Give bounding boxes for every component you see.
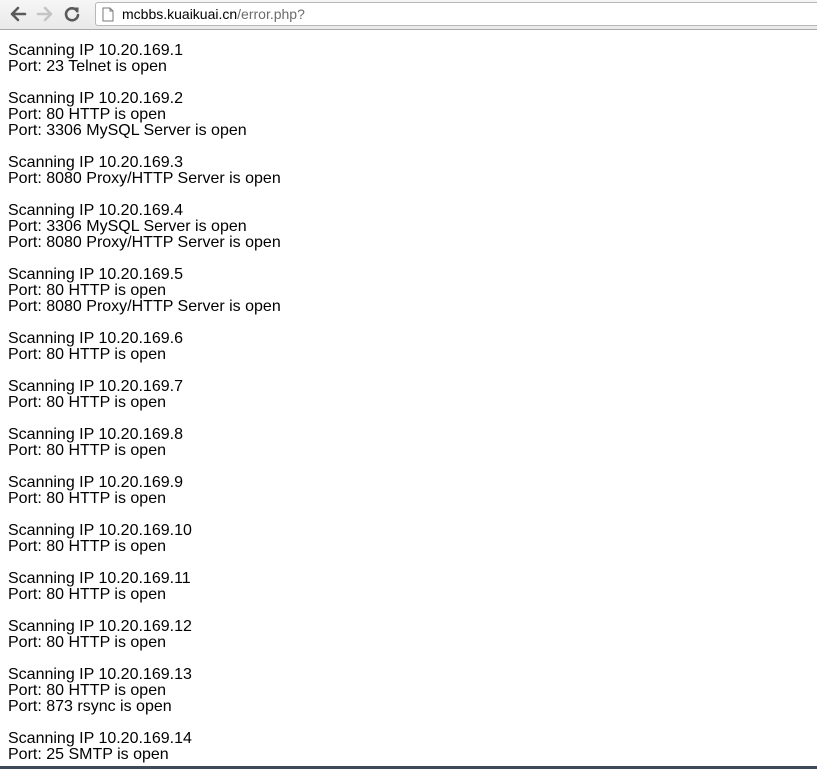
open-port-line: Port: 23 Telnet is open	[8, 58, 167, 75]
open-port-line: Port: 8080 Proxy/HTTP Server is open	[8, 234, 281, 251]
reload-icon	[64, 6, 80, 22]
open-port-line: Port: 80 HTTP is open	[8, 442, 166, 459]
scan-result-block: Scanning IP 10.20.169.9 Port: 80 HTTP is …	[8, 475, 808, 507]
open-port-line: Port: 8080 Proxy/HTTP Server is open	[8, 298, 281, 315]
open-port-line: Port: 873 rsync is open	[8, 698, 172, 715]
forward-arrow-icon	[36, 6, 53, 22]
address-bar[interactable]: mcbbs.kuaikuai.cn/error.php?	[95, 2, 817, 26]
scan-result-block: Scanning IP 10.20.169.7 Port: 80 HTTP is …	[8, 379, 808, 411]
open-port-line: Port: 80 HTTP is open	[8, 586, 166, 603]
scanning-ip-line: Scanning IP 10.20.169.8	[8, 426, 183, 443]
scanning-ip-line: Scanning IP 10.20.169.5	[8, 266, 183, 283]
scanning-ip-line: Scanning IP 10.20.169.12	[8, 618, 192, 635]
scan-result-block: Scanning IP 10.20.169.12 Port: 80 HTTP is…	[8, 619, 808, 651]
open-port-line: Port: 80 HTTP is open	[8, 538, 166, 555]
scan-result-block: Scanning IP 10.20.169.8 Port: 80 HTTP is …	[8, 427, 808, 459]
open-port-line: Port: 8080 Proxy/HTTP Server is open	[8, 170, 281, 187]
scanning-ip-line: Scanning IP 10.20.169.9	[8, 474, 183, 491]
open-port-line: Port: 80 HTTP is open	[8, 394, 166, 411]
page-icon	[102, 6, 116, 22]
url-path: /error.php?	[237, 6, 305, 22]
scanning-ip-line: Scanning IP 10.20.169.13	[8, 666, 192, 683]
scanning-ip-line: Scanning IP 10.20.169.11	[8, 570, 191, 587]
scan-result-block: Scanning IP 10.20.169.5 Port: 80 HTTP is …	[8, 267, 808, 315]
scan-result-block: Scanning IP 10.20.169.2 Port: 80 HTTP is …	[8, 91, 808, 139]
scanning-ip-line: Scanning IP 10.20.169.2	[8, 90, 183, 107]
scan-result-block: Scanning IP 10.20.169.3 Port: 8080 Proxy/…	[8, 155, 808, 187]
forward-button[interactable]	[35, 4, 55, 24]
scanning-ip-line: Scanning IP 10.20.169.7	[8, 378, 183, 395]
open-port-line: Port: 25 SMTP is open	[8, 746, 169, 763]
open-port-line: Port: 80 HTTP is open	[8, 106, 166, 123]
scan-result-block: Scanning IP 10.20.169.14 Port: 25 SMTP is…	[8, 731, 808, 763]
url-text: mcbbs.kuaikuai.cn/error.php?	[122, 6, 305, 22]
scan-result-block: Scanning IP 10.20.169.6 Port: 80 HTTP is …	[8, 331, 808, 363]
back-arrow-icon	[10, 6, 27, 22]
scan-result-block: Scanning IP 10.20.169.10 Port: 80 HTTP is…	[8, 523, 808, 555]
scanning-ip-line: Scanning IP 10.20.169.4	[8, 202, 183, 219]
open-port-line: Port: 3306 MySQL Server is open	[8, 122, 247, 139]
scanning-ip-line: Scanning IP 10.20.169.10	[8, 522, 192, 539]
scan-result-block: Scanning IP 10.20.169.1 Port: 23 Telnet i…	[8, 43, 808, 75]
page-content: Scanning IP 10.20.169.1 Port: 23 Telnet i…	[8, 43, 808, 779]
open-port-line: Port: 80 HTTP is open	[8, 634, 166, 651]
scan-result-block: Scanning IP 10.20.169.4 Port: 3306 MySQL …	[8, 203, 808, 251]
scanning-ip-line: Scanning IP 10.20.169.1	[8, 42, 183, 59]
open-port-line: Port: 80 HTTP is open	[8, 282, 166, 299]
scan-result-block: Scanning IP 10.20.169.13 Port: 80 HTTP is…	[8, 667, 808, 715]
reload-button[interactable]	[62, 4, 82, 24]
back-button[interactable]	[8, 4, 28, 24]
open-port-line: Port: 3306 MySQL Server is open	[8, 218, 247, 235]
open-port-line: Port: 80 HTTP is open	[8, 682, 166, 699]
scanning-ip-line: Scanning IP 10.20.169.6	[8, 330, 183, 347]
url-host: mcbbs.kuaikuai.cn	[122, 6, 238, 22]
open-port-line: Port: 80 HTTP is open	[8, 346, 166, 363]
open-port-line: Port: 80 HTTP is open	[8, 490, 166, 507]
scan-result-block: Scanning IP 10.20.169.11 Port: 80 HTTP is…	[8, 571, 808, 603]
scanning-ip-line: Scanning IP 10.20.169.14	[8, 730, 192, 747]
browser-toolbar: mcbbs.kuaikuai.cn/error.php?	[0, 0, 817, 30]
scanning-ip-line: Scanning IP 10.20.169.3	[8, 154, 183, 171]
